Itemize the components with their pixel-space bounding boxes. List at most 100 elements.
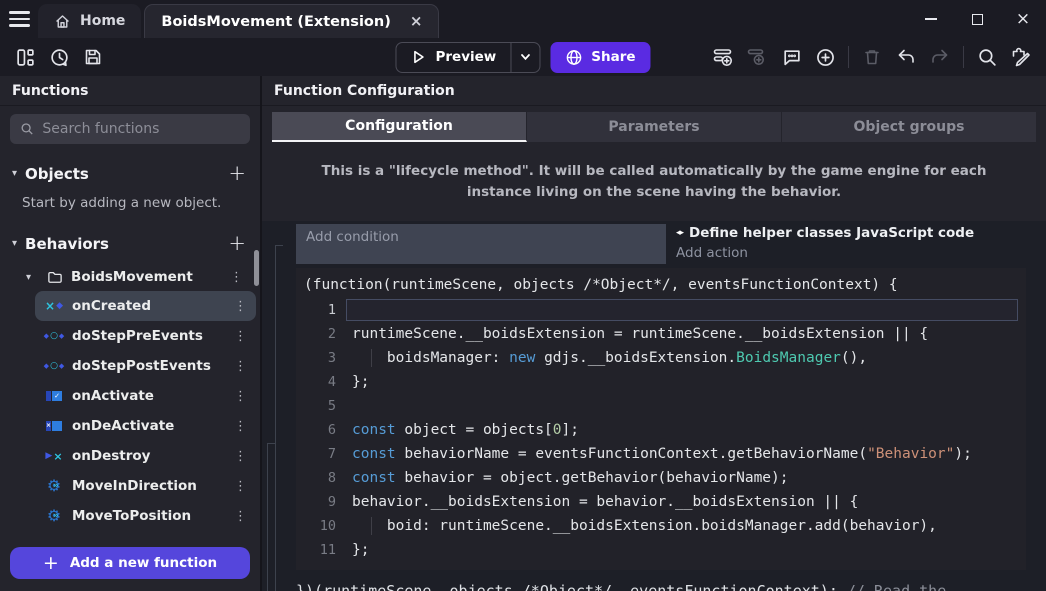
- kebab-menu-icon[interactable]: ⋮: [231, 509, 250, 524]
- code-text: runtimeScene.__boidsExtension = runtimeS…: [352, 322, 928, 346]
- add-function-button[interactable]: + Add a new function: [10, 547, 250, 579]
- kebab-menu-icon[interactable]: ⋮: [231, 479, 250, 494]
- add-object-button[interactable]: +: [228, 163, 246, 184]
- function-row-ondeactivate[interactable]: × onDeActivate ⋮: [35, 411, 256, 441]
- behavior-group-row[interactable]: ▾ BoidsMovement ⋮: [0, 263, 260, 291]
- chevron-down-icon[interactable]: ▾: [26, 272, 31, 283]
- add-function-label: Add a new function: [70, 555, 217, 571]
- close-tab-icon[interactable]: ×: [410, 14, 423, 29]
- onactivate-icon: ✓: [43, 391, 65, 401]
- chevron-down-icon[interactable]: ▾: [12, 238, 17, 249]
- add-event-button[interactable]: [706, 42, 740, 72]
- hamburger-menu-icon[interactable]: [0, 0, 38, 38]
- add-action-link[interactable]: Add action: [676, 245, 1036, 261]
- tab-configuration[interactable]: Configuration: [272, 112, 527, 142]
- save-button[interactable]: [76, 42, 110, 72]
- kebab-menu-icon[interactable]: ⋮: [231, 389, 250, 404]
- oncreated-icon: ×◆: [43, 300, 65, 312]
- code-line[interactable]: 4};: [296, 370, 1026, 394]
- code-text: boidsManager: new gdjs.__boidsExtension.…: [352, 346, 867, 370]
- plus-circle-icon: [815, 47, 836, 68]
- add-condition-cell[interactable]: Add condition: [296, 224, 666, 264]
- kebab-menu-icon[interactable]: ⋮: [231, 449, 250, 464]
- add-action-label: Add action: [676, 245, 748, 261]
- function-row-dosteppreevents[interactable]: ◆○◆doStepPreEvents⋮: [35, 321, 256, 351]
- javascript-code-editor[interactable]: (function(runtimeScene, objects /*Object…: [296, 268, 1026, 570]
- redo-button[interactable]: [923, 42, 957, 72]
- code-line[interactable]: 5: [296, 394, 1026, 418]
- add-behavior-button[interactable]: +: [228, 233, 246, 254]
- function-label: onDeActivate: [72, 418, 224, 434]
- plus-icon: +: [43, 554, 59, 573]
- event-indent-bracket: [275, 245, 283, 591]
- toolbar-divider: [963, 46, 964, 68]
- share-button[interactable]: Share: [550, 42, 650, 73]
- preview-dropdown-button[interactable]: [511, 51, 539, 63]
- function-row-onactivate[interactable]: ✓onActivate⋮: [35, 381, 256, 411]
- events-sheet[interactable]: Add condition ◂▸ Define helper classes J…: [262, 221, 1046, 591]
- code-line[interactable]: 3 boidsManager: new gdjs.__boidsExtensio…: [296, 346, 1026, 370]
- tab-boidsmovement[interactable]: BoidsMovement (Extension) ×: [144, 4, 439, 38]
- add-circle-button[interactable]: [808, 42, 842, 72]
- add-subevent-button[interactable]: [740, 42, 774, 72]
- search-functions-input[interactable]: [42, 121, 240, 137]
- delete-button[interactable]: [855, 42, 889, 72]
- kebab-menu-icon[interactable]: ⋮: [231, 359, 250, 374]
- window-minimize-button[interactable]: [908, 0, 954, 38]
- code-line[interactable]: 9behavior.__boidsExtension = behavior.__…: [296, 490, 1026, 514]
- code-line[interactable]: 8const behavior = object.getBehavior(beh…: [296, 466, 1026, 490]
- cursor-line-box[interactable]: [346, 299, 1018, 321]
- code-line[interactable]: 11};: [296, 538, 1026, 562]
- add-condition-label: Add condition: [306, 229, 399, 245]
- tab-home[interactable]: Home: [38, 4, 141, 38]
- function-row-ondestroy[interactable]: ▶×onDestroy⋮: [35, 441, 256, 471]
- add-comment-button[interactable]: [774, 42, 808, 72]
- undo-button[interactable]: [889, 42, 923, 72]
- function-configuration-panel: Function Configuration ConfigurationPara…: [262, 76, 1046, 591]
- history-button[interactable]: [42, 42, 76, 72]
- code-header-line: (function(runtimeScene, objects /*Object…: [296, 271, 1026, 298]
- main-panel-header: Function Configuration: [262, 76, 1046, 106]
- edit-extension-button[interactable]: [1004, 42, 1038, 72]
- behaviors-section-header[interactable]: ▾ Behaviors +: [0, 221, 260, 263]
- tab-object-groups[interactable]: Object groups: [782, 112, 1036, 142]
- function-label: MoveToPosition: [72, 508, 224, 524]
- line-number: 8: [296, 466, 352, 490]
- tab-active-label: BoidsMovement (Extension): [161, 14, 390, 30]
- preview-main[interactable]: Preview: [396, 49, 510, 65]
- sidebar-scrollbar[interactable]: [254, 250, 259, 286]
- function-row-movetoposition[interactable]: ⚙» MoveToPosition ⋮: [35, 501, 256, 531]
- function-row-moveindirection[interactable]: ⚙»MoveInDirection⋮: [35, 471, 256, 501]
- code-line[interactable]: 6const object = objects[0];: [296, 418, 1026, 442]
- redo-icon: [929, 46, 951, 68]
- toggle-panels-button[interactable]: [8, 42, 42, 72]
- line-number: 11: [296, 538, 352, 562]
- window-close-button[interactable]: ×: [1000, 0, 1046, 38]
- preview-button[interactable]: Preview: [395, 42, 540, 73]
- kebab-menu-icon[interactable]: ⋮: [231, 299, 250, 314]
- code-line[interactable]: 2runtimeScene.__boidsExtension = runtime…: [296, 322, 1026, 346]
- layout-panels-icon: [15, 47, 36, 68]
- kebab-menu-icon[interactable]: ⋮: [231, 329, 250, 344]
- objects-section-header[interactable]: ▾ Objects +: [0, 154, 260, 193]
- gear-arrows-icon: ⚙»: [43, 508, 65, 524]
- search-events-button[interactable]: [970, 42, 1004, 72]
- js-event-title-row[interactable]: ◂▸ Define helper classes JavaScript code: [676, 225, 1036, 241]
- kebab-menu-icon[interactable]: ⋮: [231, 419, 250, 434]
- tab-parameters[interactable]: Parameters: [527, 112, 782, 142]
- chevron-down-icon[interactable]: ▾: [12, 168, 17, 179]
- event-indent-bracket: [267, 443, 275, 591]
- history-clock-icon: [49, 47, 70, 68]
- function-row-oncreated[interactable]: ×◆onCreated⋮: [35, 291, 256, 321]
- window-maximize-button[interactable]: [954, 0, 1000, 38]
- add-subevent-icon: [746, 46, 768, 68]
- code-tag-icon: ◂▸: [676, 228, 683, 238]
- function-label: doStepPreEvents: [72, 328, 224, 344]
- kebab-menu-icon[interactable]: ⋮: [227, 270, 246, 285]
- code-line[interactable]: 1: [296, 298, 1026, 322]
- search-functions-box[interactable]: [10, 114, 250, 144]
- code-line[interactable]: 10 boid: runtimeScene.__boidsExtension.b…: [296, 514, 1026, 538]
- ondeactivate-icon: ×: [43, 421, 65, 431]
- code-line[interactable]: 7const behaviorName = eventsFunctionCont…: [296, 442, 1026, 466]
- function-row-dosteppostevents[interactable]: ◆○◆doStepPostEvents⋮: [35, 351, 256, 381]
